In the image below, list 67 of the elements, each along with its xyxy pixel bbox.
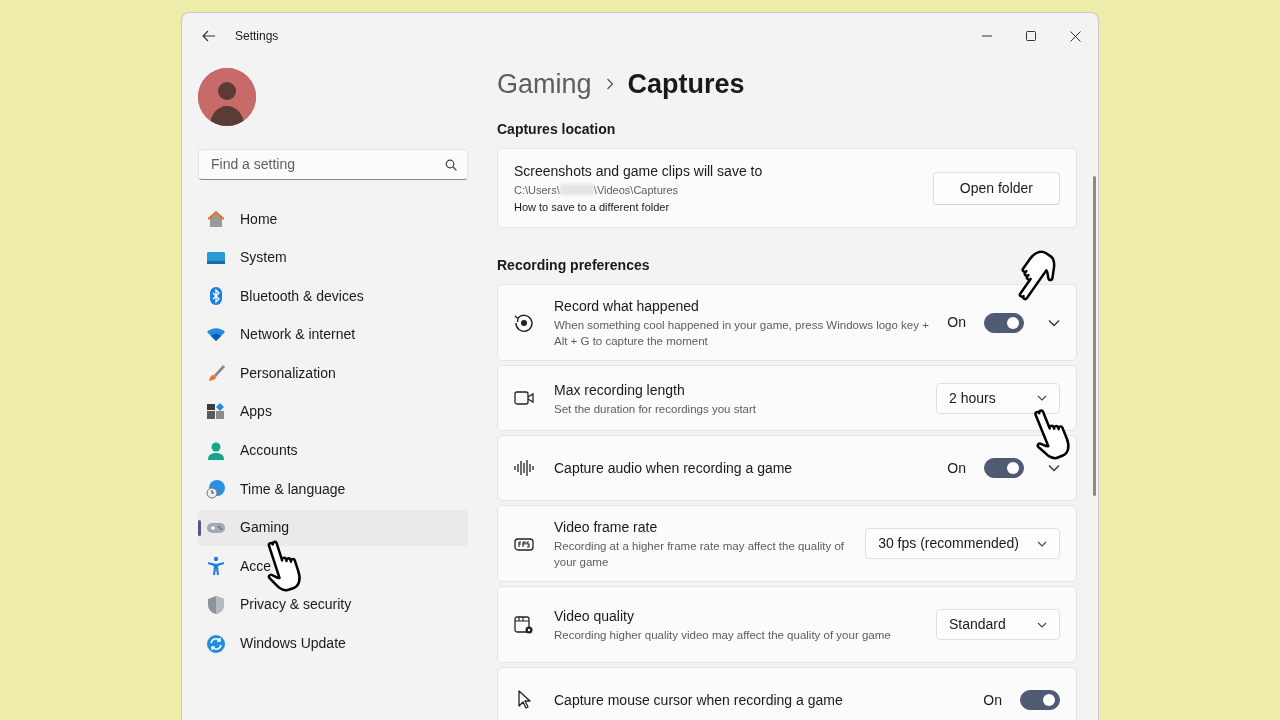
search-box[interactable]: Find a setting — [198, 149, 468, 180]
toggle-switch[interactable] — [984, 312, 1024, 333]
toggle-state-label: On — [947, 313, 966, 332]
nav-item[interactable]: Windows Update — [198, 625, 468, 662]
dropdown[interactable]: 2 hours — [936, 382, 1060, 414]
nav-item[interactable]: Apps — [198, 393, 468, 430]
folder-path: \Videos\Captures — [593, 182, 679, 198]
expand-chevron-icon[interactable] — [1048, 318, 1060, 327]
help-link[interactable]: How to save to a different folder — [514, 198, 763, 216]
chevron-icon — [605, 78, 614, 90]
caret-icon — [1037, 621, 1047, 628]
toggle-switch[interactable] — [1020, 690, 1060, 710]
globe-clock-icon — [206, 479, 226, 500]
setting-title: Record what happened — [554, 297, 700, 316]
avatar — [198, 68, 256, 126]
waveform-icon — [514, 458, 534, 478]
scrollbar[interactable] — [1093, 176, 1096, 496]
home-icon — [206, 209, 226, 229]
nav-item[interactable]: Personalization — [198, 355, 468, 392]
window-title: Settings — [235, 28, 279, 45]
toggle-switch[interactable] — [984, 458, 1024, 478]
setting-title: Video frame rate — [554, 518, 659, 537]
close-icon[interactable] — [1070, 30, 1081, 42]
video-settings-icon — [514, 614, 534, 635]
dropdown[interactable]: 30 fps (recommended) — [865, 528, 1060, 559]
search-icon[interactable] — [445, 158, 457, 171]
setting-title: Max recording length — [554, 380, 686, 400]
brush-icon — [206, 363, 226, 384]
nav-item[interactable]: Gaming — [198, 509, 468, 546]
section-heading: Captures location — [497, 120, 617, 139]
setting-title: Screenshots and game clips will save to — [514, 161, 763, 181]
search-field[interactable]: Find a setting — [209, 153, 445, 176]
nav-item[interactable]: Home — [198, 201, 468, 237]
shield-icon — [206, 594, 226, 615]
toggle-state-label: On — [983, 690, 1002, 710]
setting-title: Capture audio when recording a game — [554, 458, 793, 478]
sync-icon — [206, 633, 226, 654]
dropdown[interactable]: Standard — [936, 609, 1060, 640]
open-folder-button[interactable]: Open folder — [932, 171, 1060, 205]
caret-icon — [1037, 395, 1047, 401]
setting-description: Recording at a higher frame rate may affect the quality of your game — [554, 539, 845, 570]
person-icon — [206, 440, 226, 461]
replay-icon — [514, 312, 534, 333]
setting-description: When something cool happened in your game, press Windows logo key + Alt + G to capture the moment — [554, 318, 930, 349]
page-title: Captures — [627, 67, 745, 101]
video-camera-icon — [514, 388, 534, 408]
caret-icon — [1037, 540, 1047, 547]
toggle-state-label: On — [947, 458, 966, 478]
nav-item[interactable]: Privacy & security — [198, 586, 468, 623]
nav-item[interactable]: Acce — [198, 548, 468, 585]
expand-chevron-icon[interactable] — [1048, 464, 1060, 472]
nav-item[interactable]: System — [198, 239, 468, 276]
section-heading: Recording preferences — [497, 256, 651, 275]
folder-path: C:\Users\ — [514, 182, 560, 198]
nav-item[interactable]: Bluetooth & devices — [198, 278, 468, 315]
setting-description: Recording higher quality video may affect the quality of your game — [554, 628, 891, 643]
setting-title: Capture mouse cursor when recording a game — [554, 690, 843, 710]
nav-item[interactable]: Accounts — [198, 432, 468, 469]
breadcrumb-link[interactable]: Gaming — [497, 63, 592, 105]
setting-title: Video quality — [554, 607, 635, 626]
maximize-icon[interactable] — [1026, 31, 1036, 41]
back-arrow-icon[interactable] — [202, 30, 216, 42]
nav-item[interactable]: Time & language — [198, 471, 468, 508]
accessibility-icon — [206, 556, 226, 577]
apps-icon — [206, 401, 226, 422]
setting-description: Set the duration for recordings you start — [554, 401, 756, 417]
nav-item[interactable]: Network & internet — [198, 316, 468, 353]
